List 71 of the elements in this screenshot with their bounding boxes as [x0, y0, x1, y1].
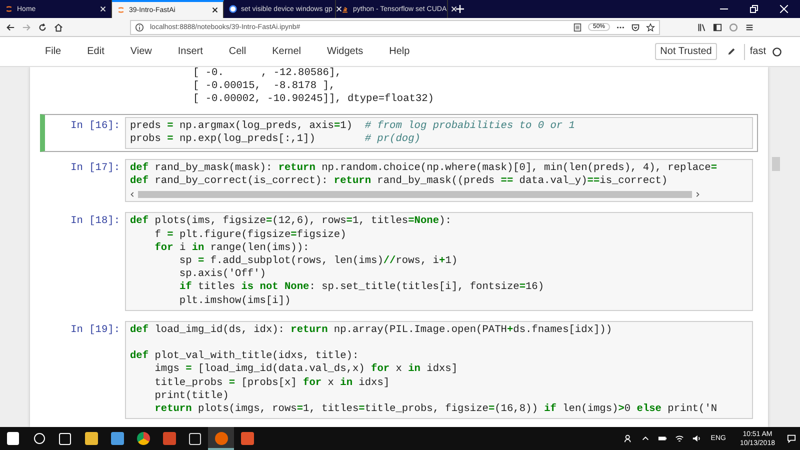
code-line: return plots(imgs, rows=1, titles=title_probs, figsize=(16,8)) if len(imgs)>0 else print('N: [154, 403, 718, 416]
pocket-icon[interactable]: [631, 22, 640, 32]
code-line: def rand_by_mask(mask): return np.random.choice(np.where(mask)[0], min(len(preds), 4), replace=: [130, 162, 718, 175]
code-line: print(title): [154, 390, 230, 404]
new-tab-icon[interactable]: [456, 5, 464, 13]
kernel-name: fast: [750, 46, 766, 57]
star-icon[interactable]: [646, 22, 655, 32]
code-input[interactable]: preds = np.argmax(log_preds, axis=1) # from log probabilities to 0 or 1 probs = np.exp(log_preds[:,1]) # pr(dog): [125, 116, 753, 150]
restore-icon[interactable]: [750, 5, 758, 13]
code-input[interactable]: [125, 320, 753, 420]
close-icon[interactable]: [212, 7, 218, 13]
output-line: [ -0. , -12.80586],: [193, 67, 342, 80]
code-line: title_probs = [probs[x] for x in idxs]: [154, 376, 391, 390]
menu-item[interactable]: Help: [389, 46, 410, 57]
output-line: [ -0.00002, -10.90245]], dtype=float32): [193, 93, 435, 107]
account-icon[interactable]: [729, 22, 738, 32]
home-icon[interactable]: [54, 22, 63, 32]
cell-prompt: In [19]:: [70, 322, 121, 336]
cell-prompt: In [18]:: [70, 214, 121, 228]
notification-icon[interactable]: [787, 434, 796, 443]
code-line: if titles is not None: sp.set_title(titles[i], fontsize=16): [178, 281, 546, 295]
code-line: def load_img_id(ds, idx): return np.array(PIL.Image.open(PATH+ds.fnames[idx])): [130, 324, 614, 338]
code-line: probs = np.exp(log_preds[:,1]) # pr(dog): [130, 132, 422, 146]
code-line: f = plt.figure(figsize=figsize): [154, 228, 348, 242]
output-line: [ -0.00015, -8.8178 ],: [193, 80, 336, 94]
code-input[interactable]: [125, 212, 753, 311]
menu-item[interactable]: Kernel: [272, 46, 302, 57]
reload-icon[interactable]: [38, 22, 47, 32]
kernel-idle-icon: [772, 46, 782, 56]
code-line: def rand_by_correct(is_correct): return rand_by_mask((preds == data.val_y)==is_correct): [130, 175, 669, 188]
menu-item[interactable]: Widgets: [327, 46, 364, 57]
sidebar-icon[interactable]: [713, 22, 722, 32]
notebook-icon: [117, 6, 125, 14]
stack-icon: [341, 5, 349, 13]
menu-item[interactable]: Cell: [228, 46, 246, 57]
chevron-icon[interactable]: [640, 434, 650, 443]
code-line: for i in range(len(ims)):: [154, 242, 310, 256]
code-input[interactable]: def rand_by_mask(mask): return np.random.choice(np.where(mask)[0], min(len(preds), 4), replace= def rand_by_correct(is_correct): return rand_by_mask((preds == data.val_y)==is_correct): [125, 159, 753, 202]
cell-prompt: In [16]:: [70, 118, 121, 132]
globe-icon: [229, 5, 237, 13]
code-line: sp = f.add_subplot(rows, len(ims)//rows, i+1): [178, 255, 459, 268]
people-icon[interactable]: [624, 434, 633, 443]
code-line: imgs = [load_img_id(data.val_ds,x) for x in idxs]: [154, 363, 459, 377]
code-cell[interactable]: In [16]: preds = np.argmax(log_preds, axis=1) # from log probabilities to 0 or 1 probs = np.exp(log_preds[:,1]) # pr(dog): [40, 114, 758, 152]
scrollbar-thumb[interactable]: [138, 191, 692, 198]
code-line: def plot_val_with_title(idxs, title):: [130, 350, 360, 364]
scrollbar-thumb[interactable]: [772, 157, 780, 171]
code-line: preds = np.argmax(log_preds, axis=1) # from log probabilities to 0 or 1: [130, 120, 576, 133]
battery-icon[interactable]: [658, 434, 667, 443]
menu-item[interactable]: View: [130, 46, 152, 57]
network-icon[interactable]: [674, 434, 684, 443]
volume-icon[interactable]: [692, 434, 701, 443]
reader-icon[interactable]: [572, 22, 582, 32]
info-icon: [135, 22, 144, 32]
menu-icon[interactable]: [745, 22, 754, 32]
cell-prompt: In [17]:: [70, 161, 121, 174]
scroll-left-icon[interactable]: [130, 191, 135, 198]
firefox-icon[interactable]: [208, 427, 234, 450]
code-line: sp.axis('Off'): [178, 268, 267, 281]
code-line: plt.imshow(ims[i]): [178, 294, 292, 308]
scroll-right-icon[interactable]: [694, 191, 700, 198]
code-line: def plots(ims, figsize=(12,6), rows=1, titles=None):: [130, 215, 452, 229]
menu-item[interactable]: File: [45, 46, 62, 57]
trust-button[interactable]: Not Trusted: [655, 43, 717, 60]
menu-item[interactable]: Edit: [87, 46, 104, 57]
back-icon[interactable]: [6, 22, 15, 32]
notebook-icon: [5, 5, 13, 13]
code-cell[interactable]: In [17]: def rand_by_mask(mask): return np.random.choice(np.where(mask)[0], min(len(preds), 4), replace= def rand_by_correct(is_correct): return rand_by_mask((preds == data.val_y)==is_correct): [40, 156, 758, 206]
library-icon[interactable]: [697, 22, 706, 32]
pencil-icon[interactable]: [726, 47, 736, 56]
menu-item[interactable]: Insert: [178, 46, 203, 57]
